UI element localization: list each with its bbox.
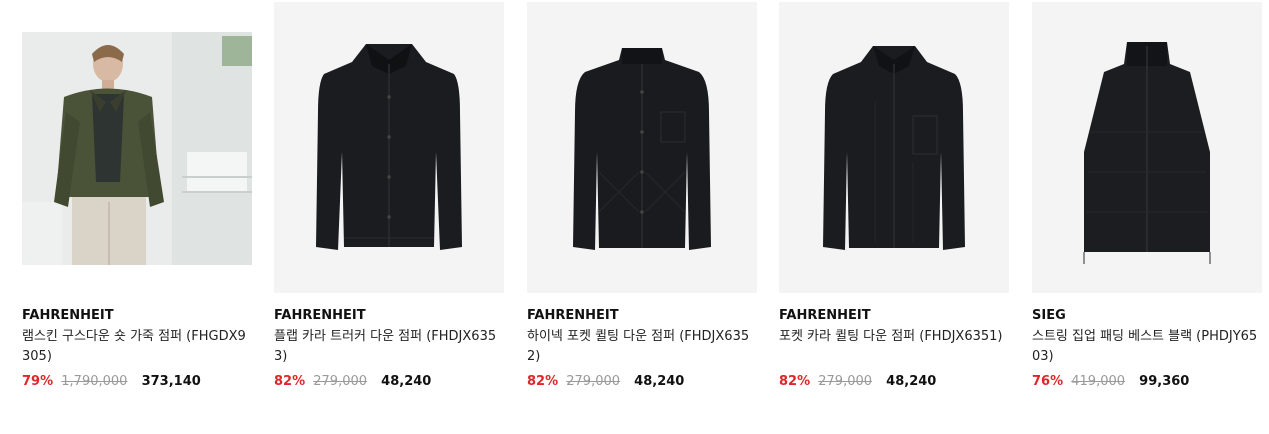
vest-illustration [1083, 42, 1211, 264]
price-row: 82% 279,000 48,240 [779, 373, 1009, 391]
jacket-illustration [316, 44, 462, 250]
jacket-illustration [823, 46, 965, 250]
original-price: 1,790,000 [61, 374, 128, 389]
product-card[interactable]: FAHRENHEIT 램스킨 구스다운 숏 가죽 점퍼 (FHGDX9305) … [22, 2, 252, 391]
sale-price: 48,240 [381, 374, 432, 389]
product-card[interactable]: FAHRENHEIT 포켓 카라 퀼팅 다운 점퍼 (FHDJX6351) 82… [779, 2, 1009, 391]
original-price: 419,000 [1071, 374, 1126, 389]
price-row: 79% 1,790,000 373,140 [22, 373, 252, 391]
discount-rate: 76% [1032, 374, 1064, 389]
model-photo [22, 2, 252, 293]
price-row: 82% 279,000 48,240 [274, 373, 504, 391]
product-brand: FAHRENHEIT [22, 308, 114, 323]
sale-price: 48,240 [886, 374, 937, 389]
sale-price: 48,240 [634, 374, 685, 389]
product-brand: SIEG [1032, 308, 1066, 323]
product-brand: FAHRENHEIT [779, 308, 871, 323]
product-name[interactable]: 포켓 카라 퀼팅 다운 점퍼 (FHDJX6351) [779, 327, 1009, 367]
product-card[interactable]: FAHRENHEIT 플랩 카라 트러커 다운 점퍼 (FHDJX6353) 8… [274, 2, 504, 391]
discount-rate: 82% [779, 374, 811, 389]
price-row: 82% 279,000 48,240 [527, 373, 757, 391]
product-name[interactable]: 플랩 카라 트러커 다운 점퍼 (FHDJX6353) [274, 327, 504, 367]
sale-price: 373,140 [141, 374, 201, 389]
product-name[interactable]: 램스킨 구스다운 숏 가죽 점퍼 (FHGDX9305) [22, 327, 252, 367]
discount-rate: 79% [22, 374, 54, 389]
product-image[interactable] [527, 2, 757, 293]
product-image[interactable] [22, 2, 252, 293]
product-card[interactable]: SIEG 스트링 집업 패딩 베스트 블랙 (PHDJY6503) 76% 41… [1032, 2, 1262, 391]
product-card[interactable]: FAHRENHEIT 하이넥 포켓 퀼팅 다운 점퍼 (FHDJX6352) 8… [527, 2, 757, 391]
original-price: 279,000 [313, 374, 368, 389]
sale-price: 99,360 [1139, 374, 1190, 389]
product-brand: FAHRENHEIT [527, 308, 619, 323]
product-grid: FAHRENHEIT 램스킨 구스다운 숏 가죽 점퍼 (FHGDX9305) … [0, 0, 1269, 434]
product-name[interactable]: 스트링 집업 패딩 베스트 블랙 (PHDJY6503) [1032, 327, 1262, 367]
jacket-illustration [573, 48, 711, 250]
discount-rate: 82% [274, 374, 306, 389]
original-price: 279,000 [566, 374, 621, 389]
product-brand: FAHRENHEIT [274, 308, 366, 323]
product-image[interactable] [779, 2, 1009, 293]
original-price: 279,000 [818, 374, 873, 389]
product-image[interactable] [274, 2, 504, 293]
discount-rate: 82% [527, 374, 559, 389]
price-row: 76% 419,000 99,360 [1032, 373, 1262, 391]
product-image[interactable] [1032, 2, 1262, 293]
product-name[interactable]: 하이넥 포켓 퀼팅 다운 점퍼 (FHDJX6352) [527, 327, 757, 367]
